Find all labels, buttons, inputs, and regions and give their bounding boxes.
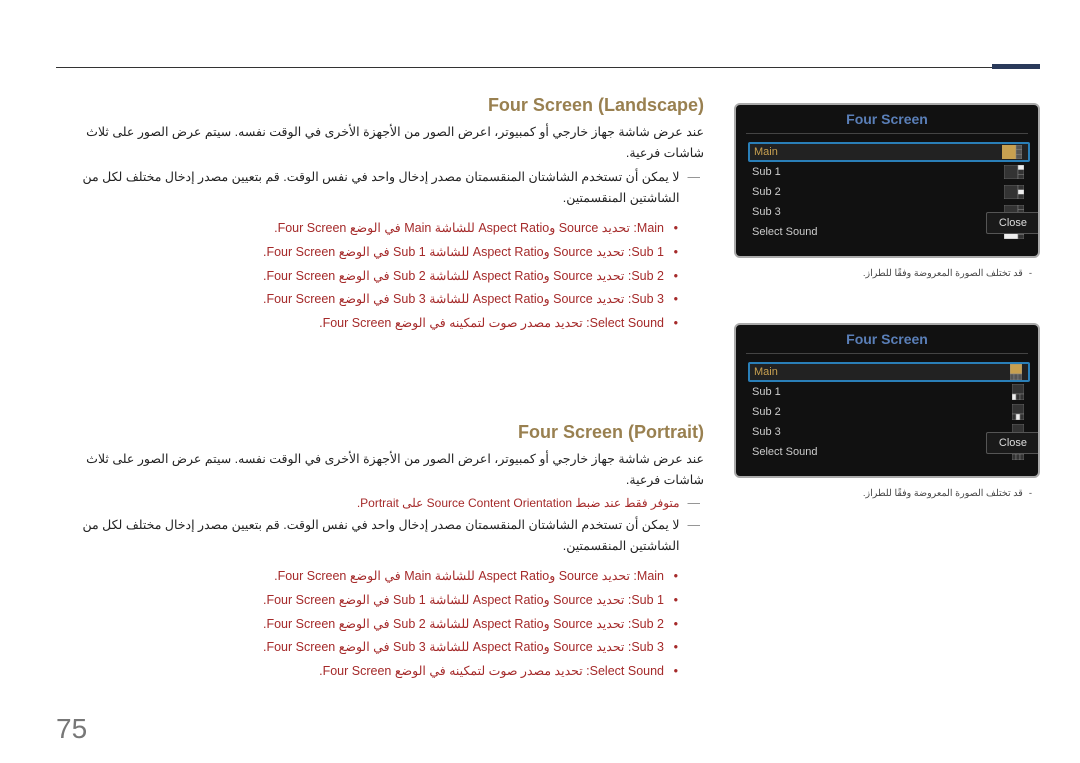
bullet-sub1: Sub 1: تحديد Source وAspect Ratio للشاشة… [56,241,676,265]
panel-body: Main Sub 1 Sub 2 [736,360,1038,476]
heading-portrait: Four Screen (Portrait) [56,422,704,443]
panel-block-portrait: Four Screen Main Sub 1 [734,323,1040,499]
panel-title: Four Screen [736,325,1038,351]
note-dash: ― [688,515,701,558]
header-rule [56,67,1040,68]
heading-landscape: Four Screen (Landscape) [56,95,704,116]
menu-item-sub1[interactable]: Sub 1 [746,162,1038,182]
menu-label: Sub 1 [752,166,1004,178]
menu-label: Select Sound [752,226,1004,238]
close-button[interactable]: Close [986,432,1040,454]
bullet-sub3: Sub 3: تحديد Source وAspect Ratio للشاشة… [56,636,676,660]
left-column: Four Screen (Landscape) عند عرض شاشة جها… [56,95,734,703]
disclaimer-text: قد تختلف الصورة المعروضة وفقًا للطراز. [863,488,1023,499]
content-area: Four Screen (Landscape) عند عرض شاشة جها… [56,95,1040,703]
bullet-sub2: Sub 2: تحديد Source وAspect Ratio للشاشة… [56,265,676,289]
note-text: لا يمكن أن تستخدم الشاشتان المنقسمتان مص… [56,515,680,558]
bullet-sound: Select Sound: تحديد مصدر صوت لتمكينه في … [56,660,676,684]
menu-item-main[interactable]: Main [748,362,1030,382]
disclaimer-text: قد تختلف الصورة المعروضة وفقًا للطراز. [863,268,1023,279]
portrait-only-note: ― متوفر فقط عند ضبط Source Content Orien… [56,493,704,514]
menu-item-sub2[interactable]: Sub 2 [746,182,1038,202]
dash: - [1029,268,1032,279]
panel-title: Four Screen [736,105,1038,131]
layout-main-portrait-icon [1010,364,1022,380]
panel-block-landscape: Four Screen Main Sub 1 [734,103,1040,279]
layout-sub1-portrait-icon [1012,384,1024,400]
menu-item-main[interactable]: Main [748,142,1030,162]
osd-panel-portrait: Four Screen Main Sub 1 [734,323,1040,478]
menu-item-sub1[interactable]: Sub 1 [746,382,1038,402]
header-accent [992,64,1040,69]
note-text: لا يمكن أن تستخدم الشاشتان المنقسمتان مص… [56,167,680,210]
note-dash: ― [688,493,701,514]
section-portrait: Four Screen (Portrait) عند عرض شاشة جهاز… [56,422,704,684]
note-landscape: ― لا يمكن أن تستخدم الشاشتان المنقسمتان … [56,167,704,210]
close-button[interactable]: Close [986,212,1040,234]
note-portrait: ― لا يمكن أن تستخدم الشاشتان المنقسمتان … [56,515,704,558]
body-portrait: عند عرض شاشة جهاز خارجي أو كمبيوتر، اعرض… [56,449,704,492]
body-landscape: عند عرض شاشة جهاز خارجي أو كمبيوتر، اعرض… [56,122,704,165]
bullet-sound: Select Sound: تحديد مصدر صوت لتمكينه في … [56,312,676,336]
bullet-sub1: Sub 1: تحديد Source وAspect Ratio للشاشة… [56,589,676,613]
menu-label: Main [754,146,1002,158]
bullets-landscape: Main: تحديد Source وAspect Ratio للشاشة … [56,217,676,336]
panel-disclaimer: - قد تختلف الصورة المعروضة وفقًا للطراز. [734,488,1040,499]
bullet-sub3: Sub 3: تحديد Source وAspect Ratio للشاشة… [56,288,676,312]
menu-label: Sub 2 [752,406,1012,418]
bullet-main: Main: تحديد Source وAspect Ratio للشاشة … [56,565,676,589]
section-landscape: Four Screen (Landscape) عند عرض شاشة جها… [56,95,704,336]
layout-sub2-icon [1004,185,1024,199]
panel-body: Main Sub 1 Sub 2 [736,140,1038,256]
menu-label: Sub 2 [752,186,1004,198]
right-column: Four Screen Main Sub 1 [734,95,1040,703]
layout-sub1-icon [1004,165,1024,179]
bullets-portrait: Main: تحديد Source وAspect Ratio للشاشة … [56,565,676,684]
note-dash: ― [688,167,701,210]
menu-label: Select Sound [752,446,1012,458]
note-text: متوفر فقط عند ضبط Source Content Orienta… [56,493,680,514]
panel-disclaimer: - قد تختلف الصورة المعروضة وفقًا للطراز. [734,268,1040,279]
layout-main-icon [1002,145,1022,159]
bullet-sub2: Sub 2: تحديد Source وAspect Ratio للشاشة… [56,613,676,637]
page-number: 75 [56,713,87,745]
panel-divider [746,353,1028,354]
menu-item-sub2[interactable]: Sub 2 [746,402,1038,422]
menu-label: Sub 3 [752,206,1004,218]
panel-divider [746,133,1028,134]
menu-label: Sub 3 [752,426,1012,438]
menu-label: Main [754,366,1010,378]
osd-panel-landscape: Four Screen Main Sub 1 [734,103,1040,258]
menu-label: Sub 1 [752,386,1012,398]
layout-sub2-portrait-icon [1012,404,1024,420]
dash: - [1029,488,1032,499]
bullet-main: Main: تحديد Source وAspect Ratio للشاشة … [56,217,676,241]
